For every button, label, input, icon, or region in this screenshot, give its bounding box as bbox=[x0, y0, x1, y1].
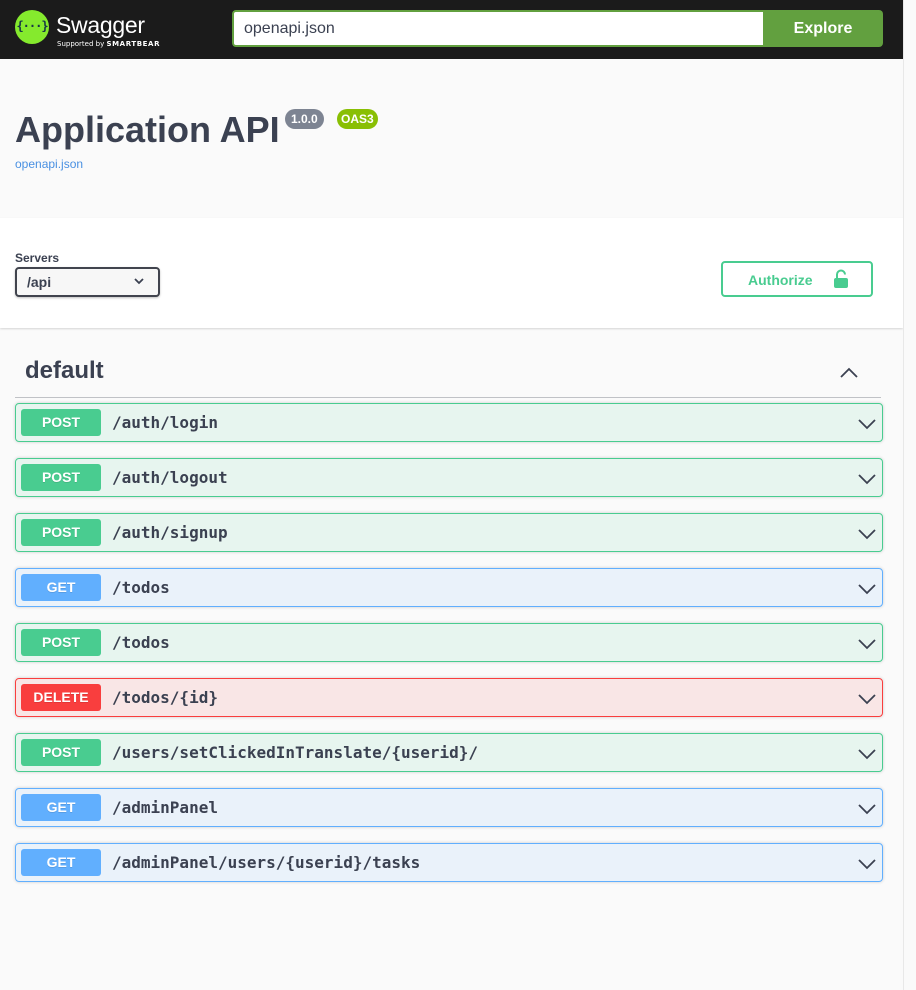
authorize-button[interactable]: Authorize bbox=[721, 261, 873, 297]
opblock-delete[interactable]: DELETE/todos/{id} bbox=[15, 678, 883, 717]
endpoint-path: /users/setClickedInTranslate/{userid}/ bbox=[112, 743, 479, 762]
opblock-post[interactable]: POST/auth/signup bbox=[15, 513, 883, 552]
method-badge: POST bbox=[21, 409, 101, 436]
explore-button[interactable]: Explore bbox=[763, 10, 883, 47]
opblock-post[interactable]: POST/auth/login bbox=[15, 403, 883, 442]
chevron-down-icon[interactable] bbox=[857, 744, 877, 764]
method-badge: POST bbox=[21, 739, 101, 766]
swagger-logo[interactable]: {···} Swagger Supported by SMARTBEAR bbox=[15, 10, 165, 50]
opblock-get[interactable]: GET/adminPanel/users/{userid}/tasks bbox=[15, 843, 883, 882]
chevron-up-icon[interactable] bbox=[839, 363, 859, 383]
opblock-post[interactable]: POST/todos bbox=[15, 623, 883, 662]
logo-name: Swagger bbox=[56, 12, 145, 38]
endpoint-path: /adminPanel/users/{userid}/tasks bbox=[112, 853, 421, 872]
chevron-down-icon[interactable] bbox=[857, 469, 877, 489]
api-info: Application API 1.0.0 OAS3 openapi.json bbox=[15, 104, 435, 171]
method-badge: POST bbox=[21, 464, 101, 491]
chevron-down-icon[interactable] bbox=[857, 579, 877, 599]
method-badge: DELETE bbox=[21, 684, 101, 711]
opblock-get[interactable]: GET/todos bbox=[15, 568, 883, 607]
opblock-get[interactable]: GET/adminPanel bbox=[15, 788, 883, 827]
servers-section: Servers /api Authorize bbox=[0, 218, 903, 328]
chevron-down-icon[interactable] bbox=[857, 524, 877, 544]
endpoint-path: /todos bbox=[112, 633, 170, 652]
logo-subtitle: Supported by SMARTBEAR bbox=[57, 40, 161, 48]
method-badge: GET bbox=[21, 849, 101, 876]
server-select-value: /api bbox=[27, 274, 52, 290]
chevron-down-icon[interactable] bbox=[857, 414, 877, 434]
endpoint-path: /auth/logout bbox=[112, 468, 228, 487]
method-badge: POST bbox=[21, 519, 101, 546]
version-badge: 1.0.0 bbox=[285, 109, 324, 129]
tag-name: default bbox=[25, 357, 104, 384]
chevron-down-icon[interactable] bbox=[857, 854, 877, 874]
oas-badge: OAS3 bbox=[337, 109, 378, 129]
method-badge: GET bbox=[21, 574, 101, 601]
endpoint-path: /auth/login bbox=[112, 413, 218, 432]
spec-link[interactable]: openapi.json bbox=[15, 157, 435, 171]
servers-label: Servers bbox=[15, 251, 60, 265]
chevron-down-icon bbox=[134, 278, 144, 285]
spec-url-input[interactable] bbox=[232, 10, 763, 47]
endpoint-path: /todos bbox=[112, 578, 170, 597]
unlock-icon bbox=[834, 269, 848, 288]
tag-section-header[interactable]: default bbox=[15, 343, 881, 398]
authorize-label: Authorize bbox=[748, 272, 813, 288]
method-badge: POST bbox=[21, 629, 101, 656]
server-select[interactable]: /api bbox=[15, 267, 160, 297]
swagger-logo-icon: {···} bbox=[15, 10, 49, 44]
chevron-down-icon[interactable] bbox=[857, 634, 877, 654]
scrollbar[interactable] bbox=[903, 0, 916, 990]
topbar: {···} Swagger Supported by SMARTBEAR Exp… bbox=[0, 0, 903, 59]
opblock-post[interactable]: POST/users/setClickedInTranslate/{userid… bbox=[15, 733, 883, 772]
endpoint-path: /todos/{id} bbox=[112, 688, 218, 707]
chevron-down-icon[interactable] bbox=[857, 799, 877, 819]
chevron-down-icon[interactable] bbox=[857, 689, 877, 709]
endpoint-path: /auth/signup bbox=[112, 523, 228, 542]
opblock-post[interactable]: POST/auth/logout bbox=[15, 458, 883, 497]
method-badge: GET bbox=[21, 794, 101, 821]
endpoint-path: /adminPanel bbox=[112, 798, 218, 817]
